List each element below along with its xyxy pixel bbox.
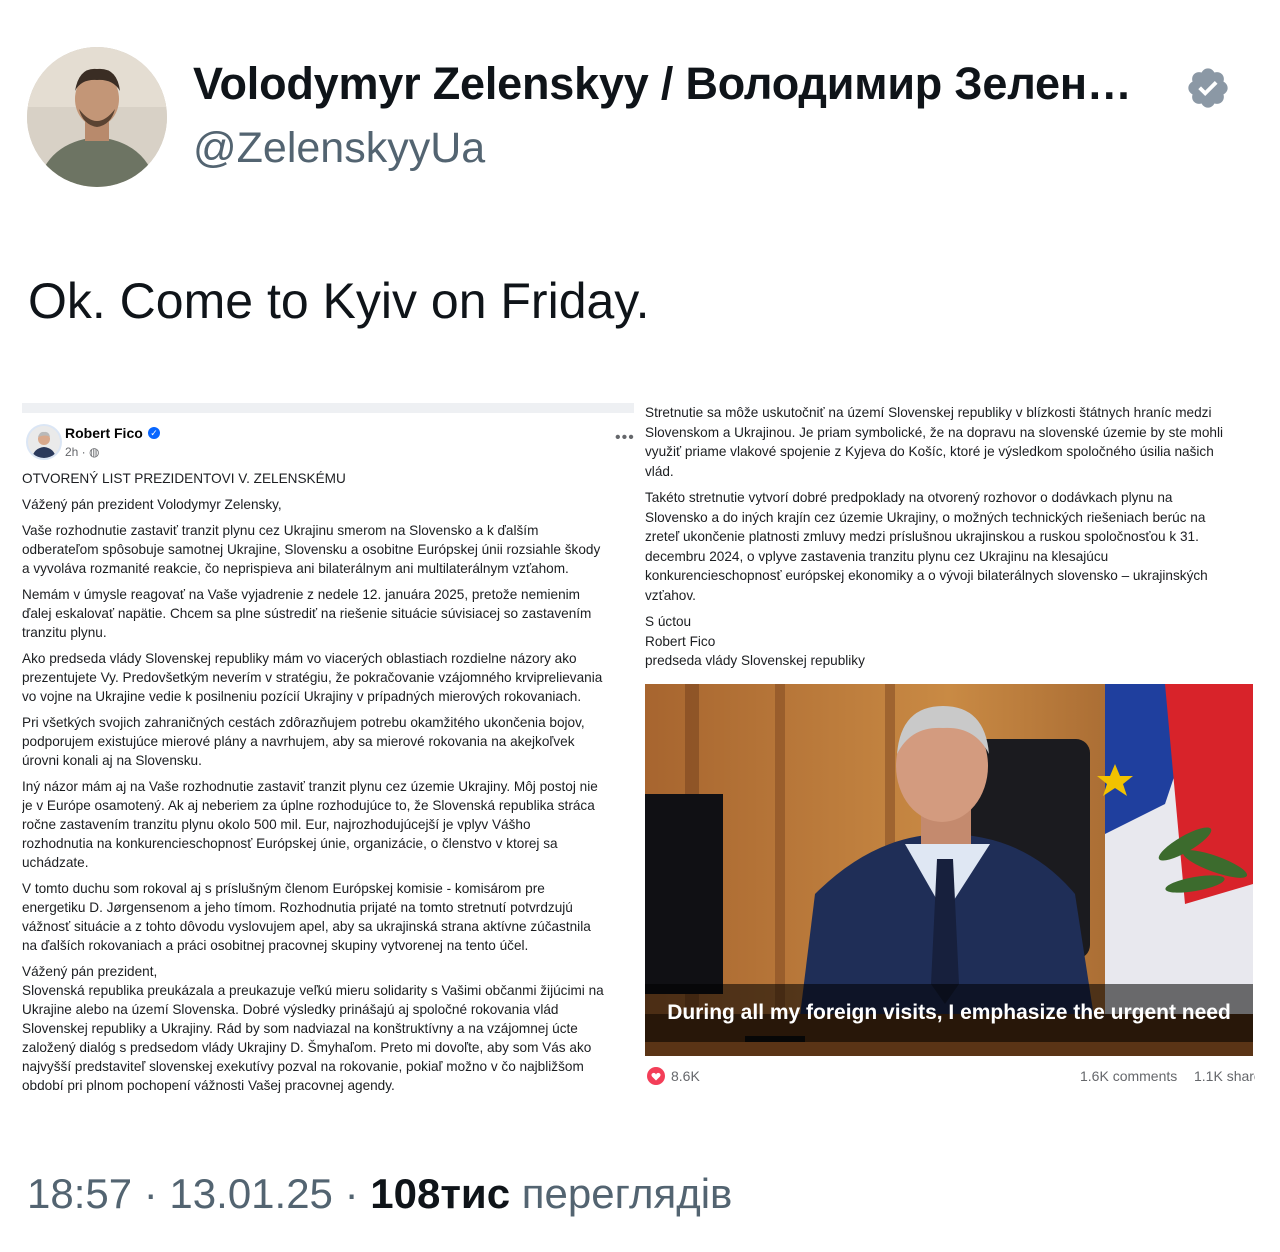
tweet-meta: 18:57 · 13.01.25 · 108тис переглядів [27,1170,732,1218]
shares-count[interactable]: 1.1K shares [1194,1068,1255,1084]
comments-count[interactable]: 1.6K comments [1080,1068,1177,1084]
letter-paragraph: V tomto duchu som rokoval aj s príslušný… [22,881,591,953]
fb-avatar [26,424,62,460]
letter-paragraph: Ako predseda vlády Slovenskej republiky … [22,651,603,704]
letter-paragraph: Takéto stretnutie vytvorí dobré predpokl… [645,490,1208,603]
fb-author-name: Robert Fico [65,425,143,441]
attached-image-left[interactable]: Robert Fico ✓ 2h · ◍ ••• OTVORENÝ LIST P… [22,403,634,1103]
letter-paragraph: S úctou Robert Fico predseda vlády Slovens… [645,614,865,668]
video-caption: During all my foreign visits, I emphasiz… [645,984,1253,1042]
letter-paragraph: Pri všetkých svojich zahraničných cestác… [22,715,585,768]
verified-badge-icon [1188,68,1228,108]
attached-image-right[interactable]: Stretnutie sa môže uskutočniť na území S… [645,403,1255,1103]
letter-paragraph: Stretnutie sa môže uskutočniť na území S… [645,405,1223,479]
letter-paragraph: Iný názor mám aj na Vaše rozhodnutie zas… [22,779,598,870]
author-name[interactable]: Volodymyr Zelenskyy / Володимир Зелен… [193,58,1132,110]
author-avatar[interactable] [27,47,167,187]
tweet-timestamp[interactable]: 18:57 · 13.01.25 · [27,1170,370,1217]
fb-avatar-portrait [28,426,60,458]
heart-reaction-icon [647,1067,665,1085]
more-options-icon: ••• [615,429,634,446]
letter-paragraph: Nemám v úmysle reagovať na Vaše vyjadren… [22,587,592,640]
letter-paragraph: Vážený pán prezident, Slovenská republika… [22,964,604,1093]
letter-text-left: OTVORENÝ LIST PREZIDENTOVI V. ZELENSKÉMU… [22,469,634,1102]
author-handle[interactable]: @ZelenskyyUa [193,124,485,173]
views-count: 108тис [370,1170,511,1217]
fb-time-text: 2h · [65,445,90,459]
views-label: переглядів [510,1170,733,1217]
video-frame[interactable]: During all my foreign visits, I emphasiz… [645,684,1253,1056]
image-top-strip [22,403,634,413]
letter-text-right: Stretnutie sa môže uskutočniť na území S… [645,403,1255,678]
letter-paragraph: OTVORENÝ LIST PREZIDENTOVI V. ZELENSKÉMU [22,471,346,486]
tweet-text: Ok. Come to Kyiv on Friday. [28,273,650,329]
author-portrait [27,47,167,187]
letter-paragraph: Vaše rozhodnutie zastaviť tranzit plynu … [22,523,601,576]
fb-verified-icon: ✓ [148,427,160,439]
letter-paragraph: Vážený pán prezident Volodymyr Zelensky, [22,497,282,512]
reaction-count[interactable]: 8.6K [671,1068,700,1084]
globe-icon: ◍ [89,445,100,459]
reactions-bar: 8.6K 1.6K comments 1.1K shares [645,1063,1255,1091]
fb-post-time: 2h · ◍ [65,445,100,459]
